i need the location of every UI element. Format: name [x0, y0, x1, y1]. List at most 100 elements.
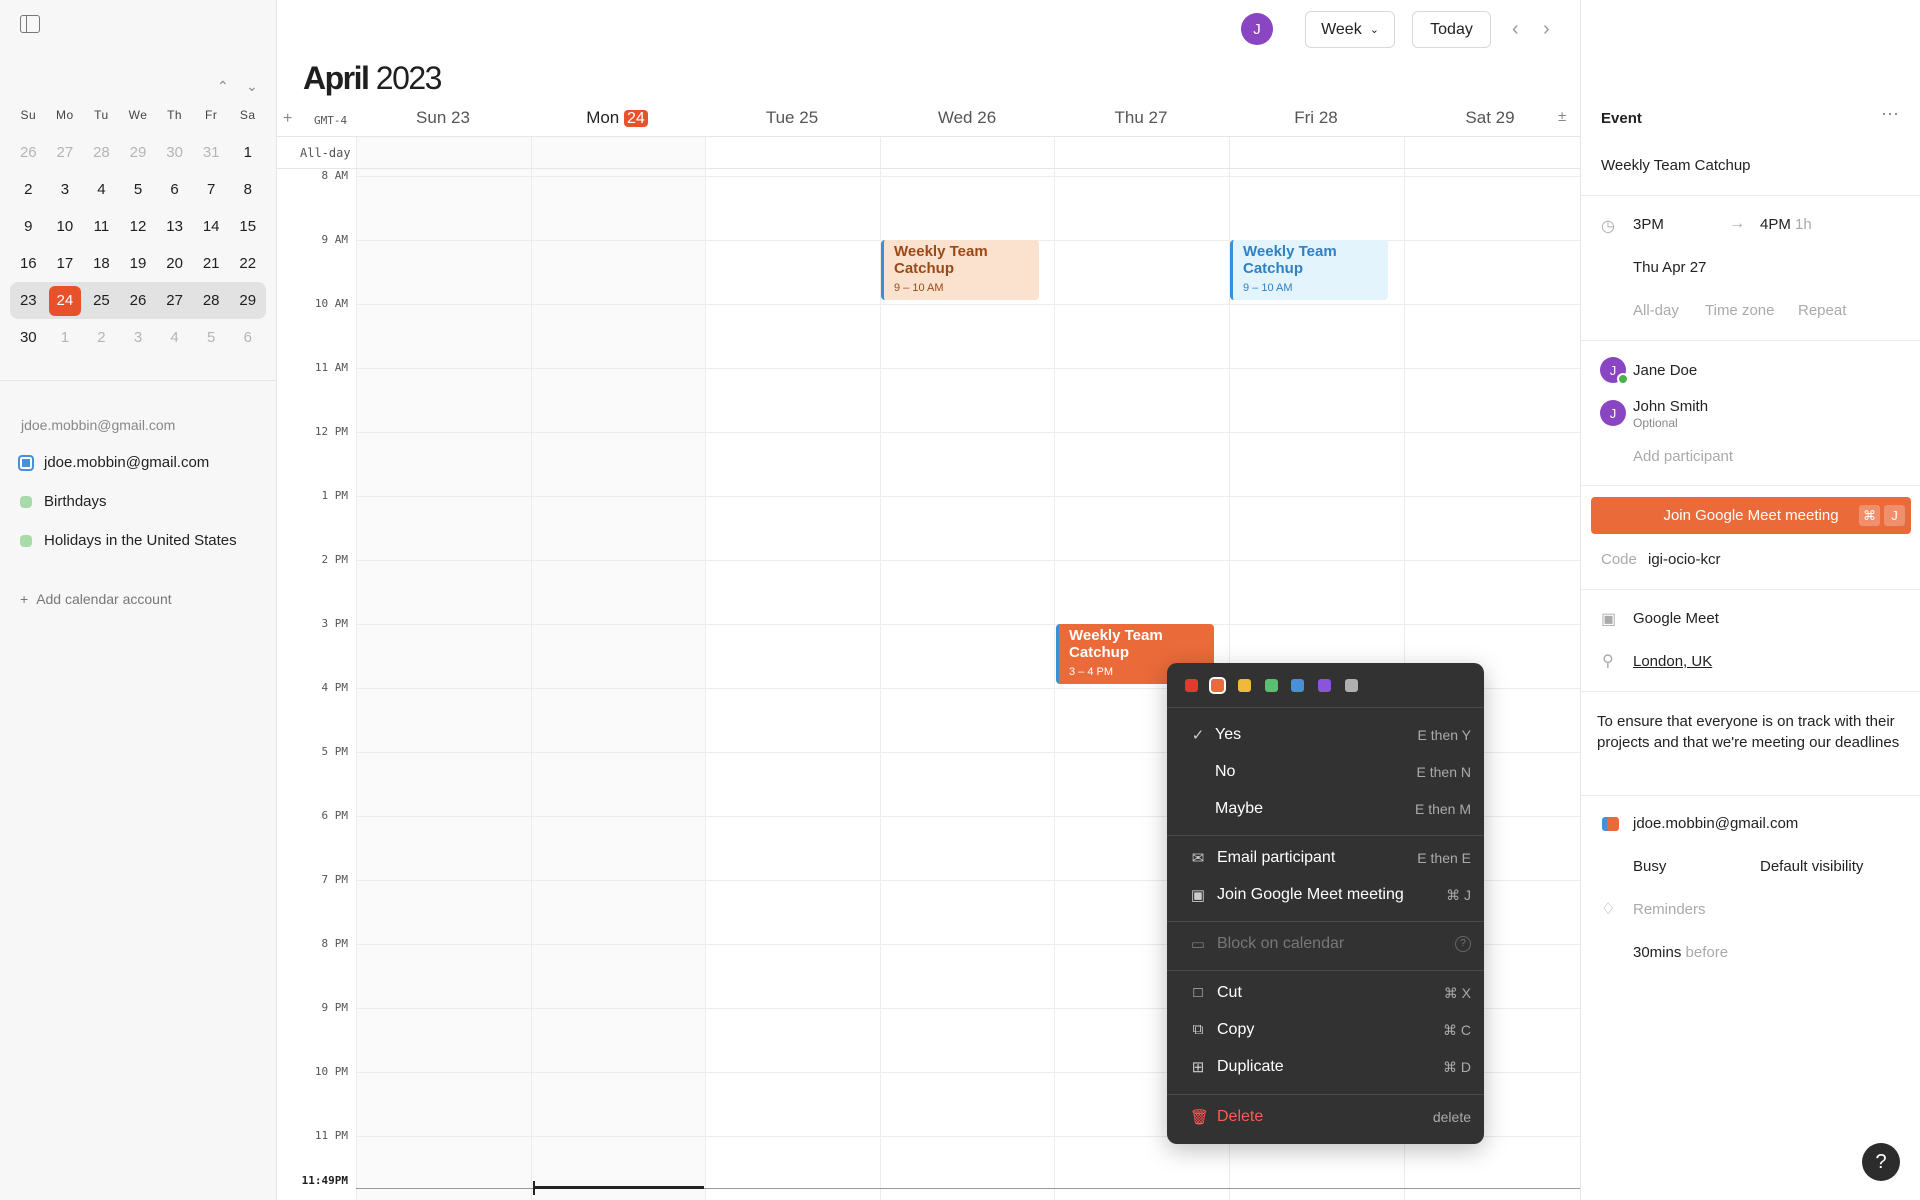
chevron-up-icon[interactable]: ⌃ [217, 78, 229, 95]
mini-day[interactable]: 30 [156, 138, 193, 168]
end-time[interactable]: 4PM 1h [1760, 216, 1812, 233]
mini-day[interactable]: 29 [120, 138, 157, 168]
mini-day[interactable]: 11 [83, 212, 120, 242]
color-swatch-red[interactable] [1185, 679, 1198, 692]
copy-item[interactable]: ⧉ Copy ⌘ C [1167, 1016, 1484, 1046]
mini-day[interactable]: 18 [83, 249, 120, 279]
mini-day[interactable]: 2 [83, 323, 120, 353]
mini-day[interactable]: 1 [229, 138, 266, 168]
join-meet-button[interactable]: Join Google Meet meeting ⌘ J [1591, 497, 1911, 534]
mini-day[interactable]: 26 [10, 138, 47, 168]
mini-day[interactable]: 19 [120, 249, 157, 279]
sidebar-toggle-icon[interactable] [20, 15, 40, 33]
event-title-field[interactable]: Weekly Team Catchup [1601, 157, 1751, 174]
chevron-right-icon[interactable]: › [1543, 18, 1550, 41]
day-header[interactable]: Sat 29 [1403, 108, 1577, 128]
reminder-item[interactable]: 30mins before [1633, 944, 1728, 961]
day-header[interactable]: Thu 27 [1054, 108, 1228, 128]
color-swatch-purple[interactable] [1318, 679, 1331, 692]
help-circle-icon[interactable]: ? [1455, 936, 1471, 952]
mini-day[interactable]: 31 [193, 138, 230, 168]
mini-day[interactable]: 14 [193, 212, 230, 242]
timezone-label[interactable]: GMT-4 [314, 114, 347, 127]
user-avatar[interactable]: J [1241, 13, 1273, 45]
mini-day[interactable]: 25 [83, 286, 120, 316]
mini-day[interactable]: 28 [83, 138, 120, 168]
mini-day[interactable]: 5 [120, 175, 157, 205]
meeting-code[interactable]: igi-ocio-kcr [1648, 551, 1721, 568]
day-header[interactable]: Tue 25 [705, 108, 879, 128]
today-button[interactable]: Today [1412, 11, 1491, 48]
rsvp-yes[interactable]: ✓ Yes E then Y [1167, 721, 1484, 751]
mini-day[interactable]: 6 [229, 323, 266, 353]
mini-day[interactable]: 5 [193, 323, 230, 353]
mini-day[interactable]: 28 [193, 286, 230, 316]
location-link[interactable]: London, UK [1633, 653, 1712, 670]
calendar-item-primary[interactable]: jdoe.mobbin@gmail.com [18, 454, 209, 471]
add-calendar-account-button[interactable]: + Add calendar account [20, 591, 172, 607]
day-header[interactable]: Wed 26 [880, 108, 1054, 128]
join-meet-item[interactable]: ▣ Join Google Meet meeting ⌘ J [1167, 881, 1484, 911]
day-column[interactable] [356, 137, 531, 1200]
day-column[interactable] [530, 137, 706, 1200]
calendar-item-birthdays[interactable]: Birthdays [18, 493, 107, 510]
add-participant-input[interactable]: Add participant [1633, 448, 1733, 465]
repeat-option[interactable]: Repeat [1798, 302, 1846, 319]
mini-day[interactable]: 20 [156, 249, 193, 279]
help-button[interactable]: ? [1862, 1143, 1900, 1181]
mini-day[interactable]: 4 [156, 323, 193, 353]
color-swatch-yellow[interactable] [1238, 679, 1251, 692]
day-column[interactable] [705, 137, 880, 1200]
duplicate-item[interactable]: ⊞ Duplicate ⌘ D [1167, 1053, 1484, 1083]
mini-day[interactable]: 16 [10, 249, 47, 279]
mini-day[interactable]: 30 [10, 323, 47, 353]
mini-day[interactable]: 2 [10, 175, 47, 205]
participant-name[interactable]: Jane Doe [1633, 362, 1697, 379]
rsvp-no[interactable]: No E then N [1167, 758, 1484, 788]
view-select-button[interactable]: Week ⌄ [1305, 11, 1395, 48]
add-timezone-button[interactable]: + [283, 110, 292, 128]
mini-day[interactable]: 6 [156, 175, 193, 205]
busy-status[interactable]: Busy [1633, 858, 1666, 875]
mini-day[interactable]: 7 [193, 175, 230, 205]
mini-day[interactable]: 3 [120, 323, 157, 353]
calendar-event[interactable]: Weekly Team Catchup 9 – 10 AM [881, 240, 1039, 300]
mini-day[interactable]: 21 [193, 249, 230, 279]
allday-row[interactable]: All-day [277, 137, 1580, 169]
more-options-icon[interactable]: ⋯ [1881, 104, 1900, 125]
conference-name[interactable]: Google Meet [1633, 610, 1719, 627]
color-swatch-orange-selected[interactable] [1209, 677, 1226, 694]
event-calendar[interactable]: jdoe.mobbin@gmail.com [1633, 815, 1798, 832]
calendar-item-holidays[interactable]: Holidays in the United States [18, 532, 237, 549]
mini-day[interactable]: 22 [229, 249, 266, 279]
color-swatch-blue[interactable] [1291, 679, 1304, 692]
mini-day[interactable]: 3 [47, 175, 84, 205]
collapse-allday-icon[interactable]: ± [1558, 108, 1566, 125]
mini-day-today[interactable]: 24 [48, 285, 82, 316]
mini-day[interactable]: 17 [47, 249, 84, 279]
mini-day[interactable]: 27 [47, 138, 84, 168]
mini-day[interactable]: 15 [229, 212, 266, 242]
calendar-event[interactable]: Weekly Team Catchup 9 – 10 AM [1230, 240, 1388, 300]
chevron-left-icon[interactable]: ‹ [1512, 18, 1519, 41]
mini-day[interactable]: 23 [10, 286, 47, 316]
event-description[interactable]: To ensure that everyone is on track with… [1597, 711, 1902, 753]
mini-day[interactable]: 4 [83, 175, 120, 205]
mini-day[interactable]: 12 [120, 212, 157, 242]
mini-day[interactable]: 13 [156, 212, 193, 242]
email-participant-item[interactable]: ✉ Email participant E then E [1167, 844, 1484, 874]
color-swatch-green[interactable] [1265, 679, 1278, 692]
mini-day[interactable]: 10 [47, 212, 84, 242]
day-header-today[interactable]: Mon 24 [530, 108, 704, 128]
rsvp-maybe[interactable]: Maybe E then M [1167, 795, 1484, 825]
mini-day[interactable]: 1 [47, 323, 84, 353]
timezone-option[interactable]: Time zone [1705, 302, 1774, 319]
delete-item[interactable]: 🗑 Delete delete [1167, 1103, 1484, 1133]
day-header[interactable]: Sun 23 [356, 108, 530, 128]
participant-name[interactable]: John Smith [1633, 398, 1708, 415]
allday-option[interactable]: All-day [1633, 302, 1679, 319]
mini-day[interactable]: 26 [120, 286, 157, 316]
start-time[interactable]: 3PM [1633, 216, 1664, 233]
chevron-down-icon[interactable]: ⌄ [246, 78, 258, 95]
mini-day[interactable]: 27 [156, 286, 193, 316]
